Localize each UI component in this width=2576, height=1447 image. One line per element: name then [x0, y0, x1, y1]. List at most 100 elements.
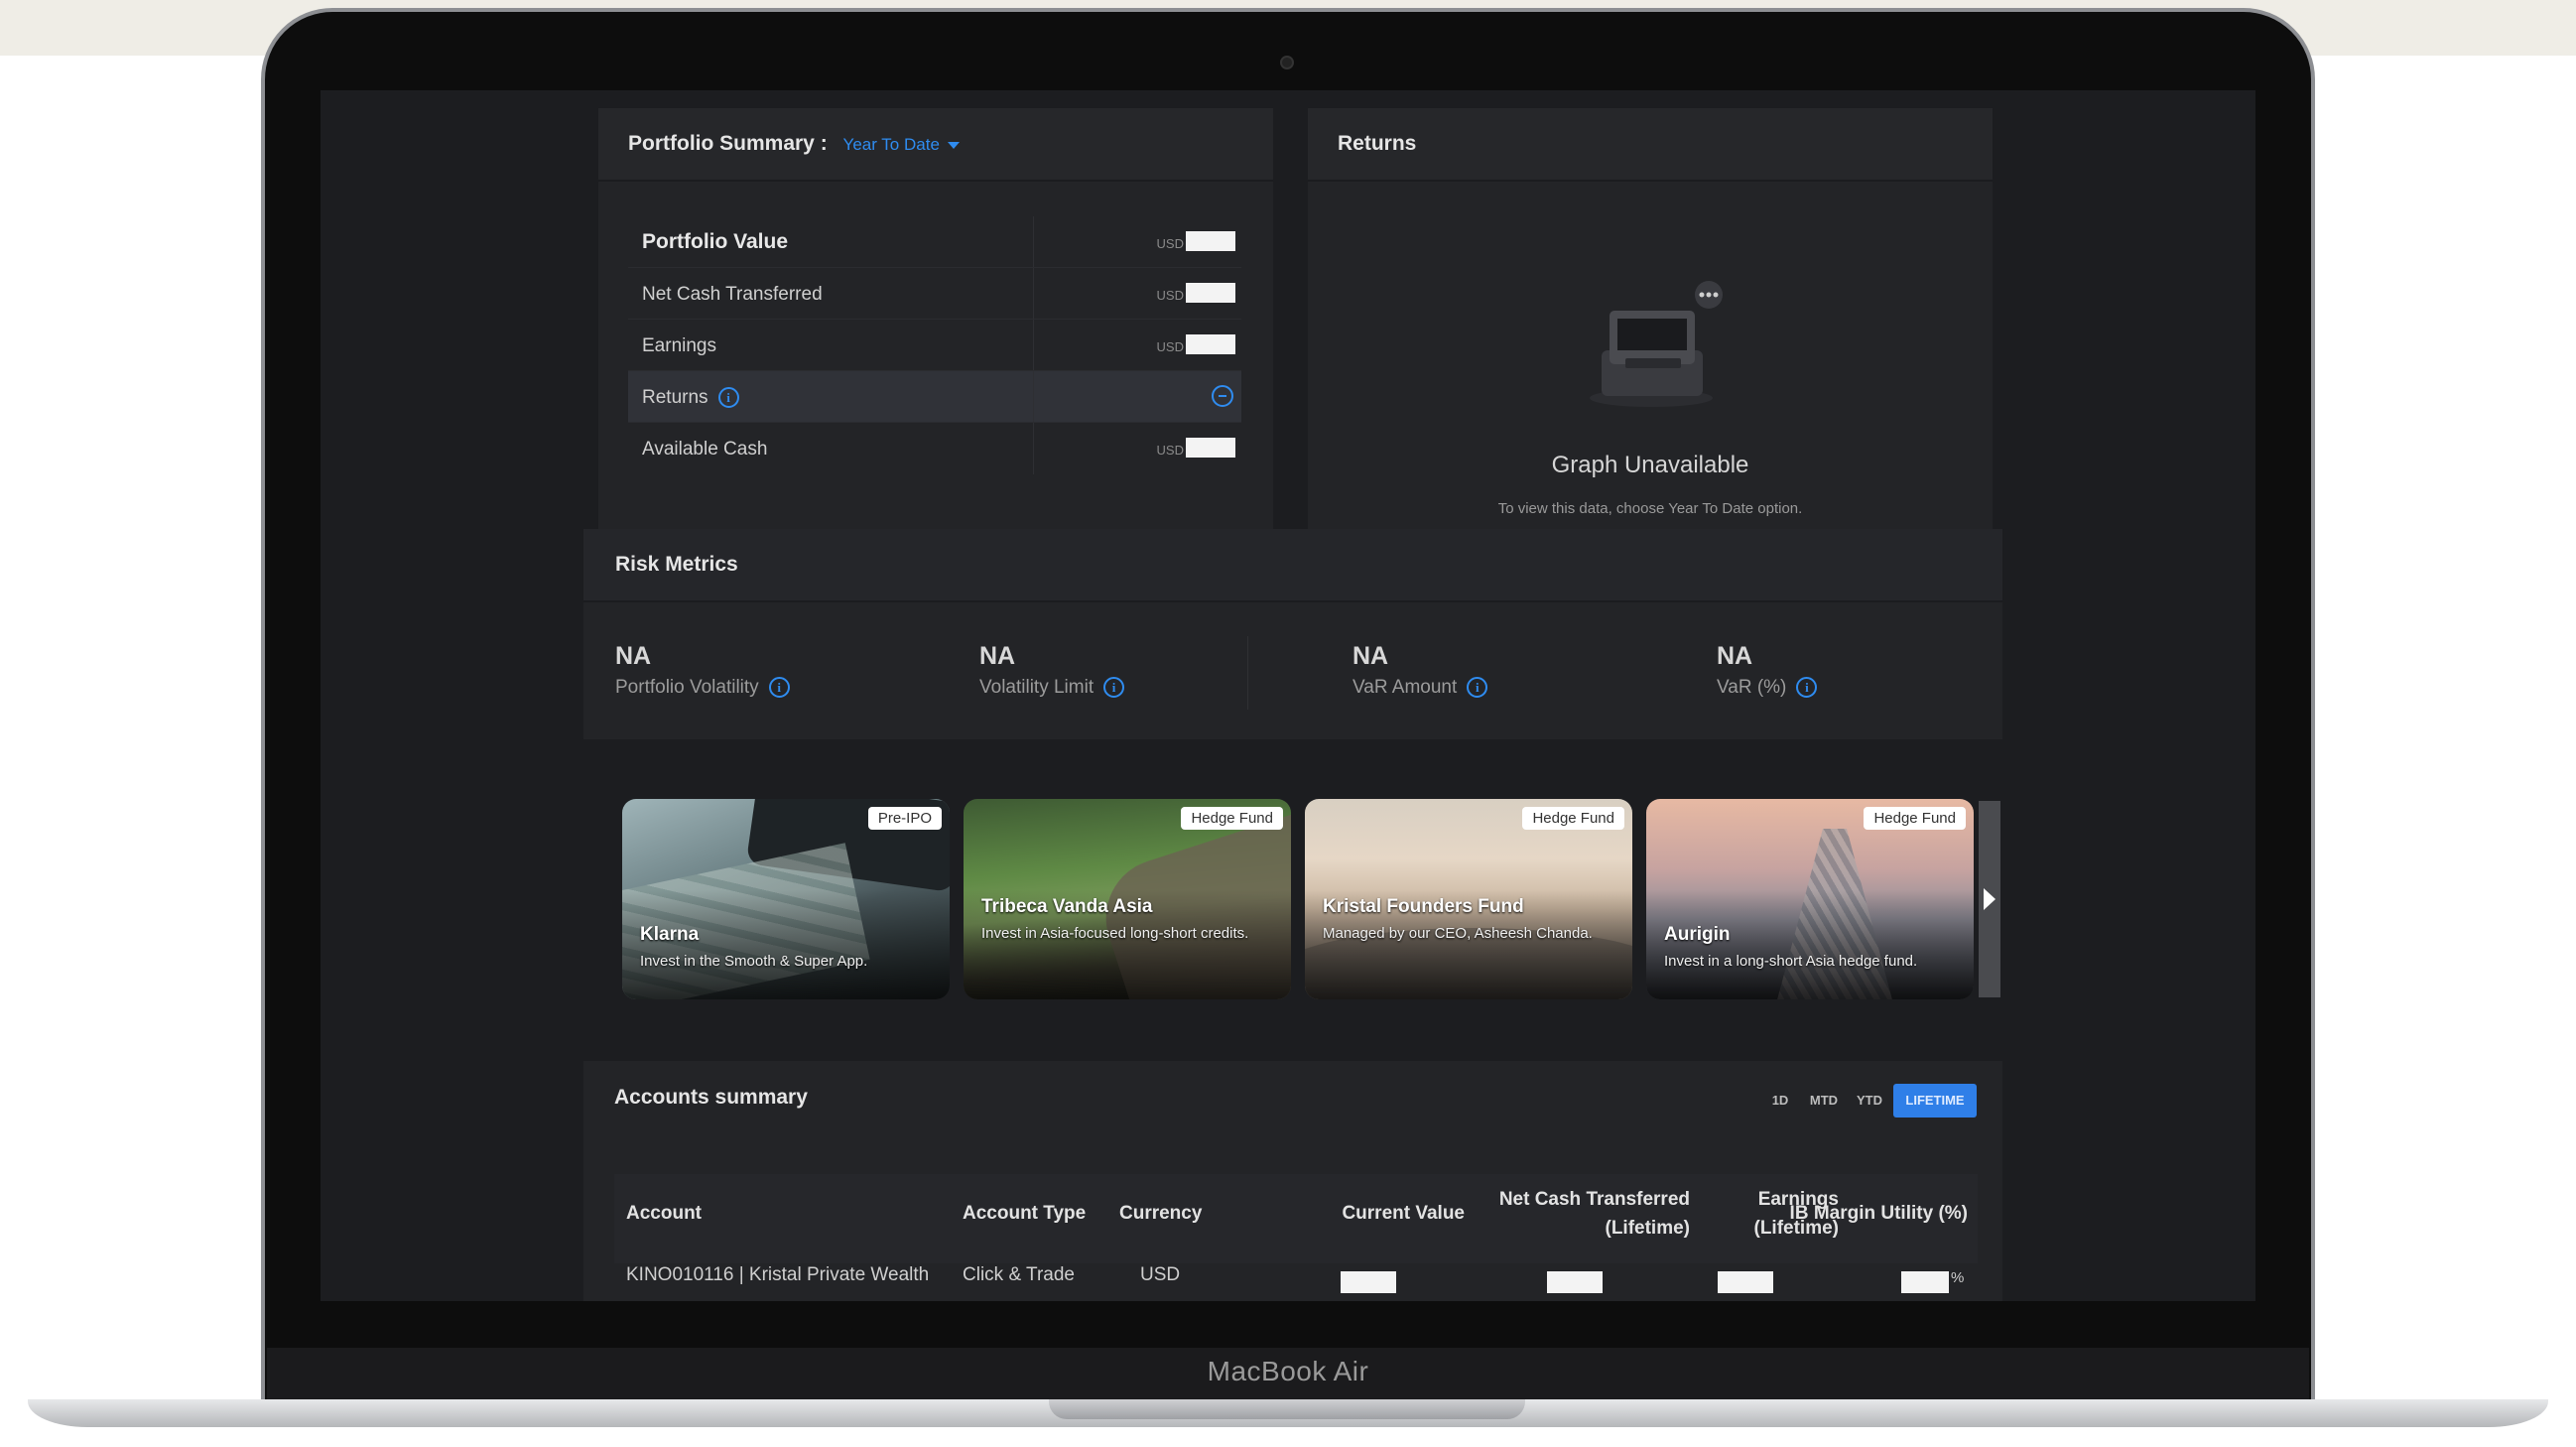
col-header-text: Account Type	[963, 1203, 1087, 1224]
camera-icon	[1280, 56, 1294, 69]
summary-row-label: Available Cash	[642, 439, 768, 460]
currency-label: USD	[1156, 288, 1184, 303]
summary-row-label: Earnings	[642, 335, 716, 356]
product-card-klarna[interactable]: Pre-IPO Klarna Invest in the Smooth & Su…	[622, 799, 950, 999]
redacted-value	[1901, 1271, 1949, 1293]
summary-row-portfolio-value: Portfolio Value USD	[628, 216, 1241, 268]
summary-row-returns[interactable]: Returns i	[628, 371, 1241, 423]
summary-row-earnings: Earnings USD	[628, 320, 1241, 371]
redacted-value	[1186, 334, 1235, 354]
card-description: Invest in a long-short Asia hedge fund.	[1664, 953, 1918, 970]
column-divider	[1033, 371, 1034, 422]
account-link[interactable]: KINO010116 | Kristal Private Wealth	[626, 1264, 929, 1286]
col-header-text: IB Margin Utility (%)	[1789, 1203, 1968, 1224]
summary-row-available-cash: Available Cash USD	[628, 423, 1241, 474]
card-title: Aurigin	[1664, 924, 1731, 945]
summary-row-label: Returns	[642, 387, 708, 408]
app-screen: Portfolio Summary : Year To Date Portfol…	[321, 90, 2255, 1301]
col-header-text: Account	[626, 1203, 702, 1224]
card-title: Kristal Founders Fund	[1323, 896, 1524, 917]
accounts-summary-title: Accounts summary	[614, 1086, 808, 1109]
portfolio-summary-header: Portfolio Summary : Year To Date	[598, 108, 1273, 182]
redacted-value	[1186, 438, 1235, 458]
laptop-notch	[1049, 1399, 1525, 1419]
risk-item-var-amount: NA VaR Amount i	[1352, 642, 1488, 699]
info-icon[interactable]: i	[1467, 677, 1488, 699]
graph-unavailable-subtitle: To view this data, choose Year To Date o…	[1497, 500, 1803, 517]
risk-label-wrap: VaR (%) i	[1717, 677, 1818, 699]
card-title: Tribeca Vanda Asia	[981, 896, 1153, 917]
summary-row-net-cash: Net Cash Transferred USD	[628, 268, 1241, 320]
redacted-value	[1718, 1271, 1773, 1293]
card-description: Managed by our CEO, Asheesh Chanda.	[1323, 925, 1593, 942]
period-tab-ytd[interactable]: YTD	[1850, 1084, 1889, 1118]
col-header-text: (Lifetime)	[1605, 1218, 1691, 1239]
product-card-tribeca[interactable]: Hedge Fund Tribeca Vanda Asia Invest in …	[964, 799, 1291, 999]
risk-label: VaR (%)	[1717, 677, 1787, 698]
redacted-value	[1186, 231, 1235, 251]
graph-unavailable-title: Graph Unavailable	[1551, 452, 1749, 478]
info-icon[interactable]: i	[717, 387, 739, 409]
chevron-down-icon	[947, 142, 960, 150]
risk-item-volatility-limit: NA Volatility Limit i	[979, 642, 1125, 699]
period-dropdown[interactable]: Year To Date	[843, 135, 960, 154]
product-card-aurigin[interactable]: Hedge Fund Aurigin Invest in a long-shor…	[1646, 799, 1974, 999]
risk-metrics-title: Risk Metrics	[615, 553, 738, 576]
risk-value: NA	[979, 642, 1016, 670]
risk-label-wrap: Portfolio Volatility i	[615, 677, 790, 699]
portfolio-summary-title: Portfolio Summary :	[628, 132, 828, 155]
period-tab-mtd[interactable]: MTD	[1802, 1084, 1846, 1118]
info-icon[interactable]: i	[768, 677, 790, 699]
returns-header: Returns	[1308, 108, 1993, 182]
redacted-value	[1341, 1271, 1396, 1293]
risk-item-var-percent: NA VaR (%) i	[1717, 642, 1818, 699]
risk-item-portfolio-volatility: NA Portfolio Volatility i	[615, 642, 790, 699]
portfolio-summary-panel: Portfolio Summary : Year To Date Portfol…	[598, 108, 1273, 529]
summary-row-label-wrap: Returns i	[642, 387, 739, 409]
card-badge: Hedge Fund	[1864, 807, 1966, 830]
percent-suffix: %	[1951, 1269, 1965, 1286]
risk-label: Volatility Limit	[979, 677, 1095, 698]
card-badge: Hedge Fund	[1522, 807, 1624, 830]
column-divider	[1033, 423, 1034, 474]
risk-label: VaR Amount	[1352, 677, 1458, 698]
carousel-next-icon[interactable]	[1979, 801, 2000, 997]
risk-metrics-header: Risk Metrics	[583, 529, 2002, 602]
returns-title: Returns	[1338, 132, 1417, 155]
account-type-cell: Click & Trade	[963, 1264, 1075, 1285]
redacted-value	[1547, 1271, 1603, 1293]
risk-value: NA	[1352, 642, 1389, 670]
period-dropdown-label: Year To Date	[842, 135, 940, 154]
risk-value: NA	[1717, 642, 1753, 670]
column-divider	[1033, 216, 1034, 267]
period-tab-lifetime[interactable]: LIFETIME	[1893, 1084, 1977, 1118]
column-divider	[1033, 268, 1034, 319]
returns-panel: Returns Graph Unavailable To view this d…	[1308, 108, 1993, 529]
card-description: Invest in the Smooth & Super App.	[640, 953, 868, 970]
currency-label: USD	[1156, 339, 1184, 354]
col-header-text: Currency	[1119, 1203, 1203, 1224]
redacted-value	[1186, 283, 1235, 303]
portfolio-summary-table: Portfolio Value USD Net Cash Transferred…	[628, 216, 1241, 474]
summary-row-label: Net Cash Transferred	[642, 284, 823, 305]
collapse-icon[interactable]	[1212, 385, 1233, 407]
summary-row-label: Portfolio Value	[642, 230, 789, 253]
risk-label: Portfolio Volatility	[615, 677, 759, 698]
info-icon[interactable]: i	[1103, 677, 1125, 699]
card-title: Klarna	[640, 924, 700, 945]
info-icon[interactable]: i	[1796, 677, 1818, 699]
col-header-net-cash: Net Cash Transferred (Lifetime)	[1410, 1185, 1690, 1272]
currency-cell: USD	[1140, 1264, 1181, 1285]
currency-label: USD	[1156, 443, 1184, 458]
graph-unavailable-icon	[1590, 281, 1723, 407]
risk-divider	[1247, 636, 1248, 710]
currency-label: USD	[1156, 236, 1184, 251]
risk-metrics-panel: Risk Metrics	[583, 529, 2002, 739]
card-badge: Hedge Fund	[1181, 807, 1283, 830]
device-brand: MacBook Air	[1207, 1356, 1369, 1386]
period-tab-1d[interactable]: 1D	[1762, 1084, 1798, 1118]
card-badge: Pre-IPO	[867, 807, 942, 830]
column-divider	[1033, 320, 1034, 370]
product-card-kristal-founders[interactable]: Hedge Fund Kristal Founders Fund Managed…	[1305, 799, 1632, 999]
risk-value: NA	[615, 642, 652, 670]
